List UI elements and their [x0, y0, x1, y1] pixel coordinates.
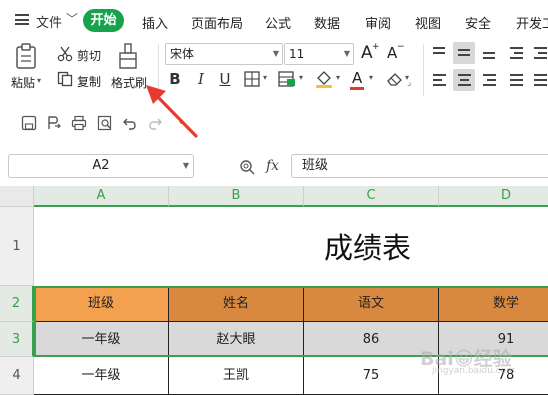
align-top-button[interactable] [428, 42, 450, 64]
font-color-swatch [350, 87, 364, 90]
paste-button[interactable]: 粘贴 [11, 74, 35, 91]
output-pdf-icon[interactable] [46, 115, 62, 131]
tab-data[interactable]: 数据 [314, 13, 340, 32]
row-header-1[interactable]: 1 [0, 207, 34, 286]
decrease-font-icon: − [397, 42, 405, 52]
align-left-button[interactable] [428, 69, 450, 91]
table-cell[interactable]: 一年级 [34, 322, 169, 357]
watermark-url: jingyan.baidu.com [432, 366, 516, 376]
undo-icon[interactable] [122, 115, 138, 131]
table-cell[interactable]: 王凯 [169, 357, 304, 395]
distributed-align-button[interactable] [529, 69, 548, 91]
row-header-4[interactable]: 4 [0, 357, 34, 395]
cell-style-icon[interactable] [278, 71, 296, 87]
increase-indent-button[interactable] [529, 42, 548, 64]
increase-font-icon: + [372, 42, 380, 52]
align-center-button[interactable] [453, 69, 475, 91]
column-header-c[interactable]: C [304, 186, 439, 207]
name-box-value: A2 [92, 158, 110, 173]
tab-view[interactable]: 视图 [415, 13, 441, 32]
copy-icon [57, 71, 73, 87]
find-zoom-icon[interactable] [239, 159, 257, 175]
quick-access-toolbar: ⌄ [0, 106, 548, 140]
formula-bar: A2 ▼ fx 班级 [0, 150, 548, 182]
column-header-a[interactable]: A [34, 186, 169, 207]
insert-function-button[interactable]: fx [266, 158, 279, 174]
title-cell[interactable]: 成绩表 [34, 207, 548, 286]
chevron-down-icon[interactable]: ▼ [183, 155, 189, 177]
table-cell[interactable]: 一年级 [34, 357, 169, 395]
header-cell-class[interactable]: 班级 [34, 286, 169, 322]
chevron-down-icon[interactable]: ▾ [299, 73, 303, 82]
increase-font-size-button[interactable]: A [361, 43, 373, 63]
font-size-value: 11 [289, 47, 305, 61]
format-painter-icon[interactable] [117, 43, 139, 69]
align-middle-button[interactable] [453, 42, 475, 64]
table-cell[interactable]: 86 [304, 322, 439, 357]
font-name-select[interactable]: 宋体 ▼ [165, 43, 283, 65]
formula-input[interactable]: 班级 [291, 154, 548, 178]
tab-start[interactable]: 开始 [83, 9, 124, 32]
chevron-down-icon[interactable]: ▾ [263, 73, 267, 82]
cut-button[interactable]: 剪切 [77, 47, 101, 64]
annotation-arrow-icon [146, 85, 198, 138]
tab-review[interactable]: 审阅 [365, 13, 391, 32]
header-cell-name[interactable]: 姓名 [169, 286, 304, 322]
print-preview-icon[interactable] [97, 115, 113, 131]
underline-button[interactable]: U [214, 68, 236, 90]
borders-icon[interactable] [244, 71, 260, 87]
chevron-down-icon[interactable]: ▾ [369, 73, 373, 82]
scissors-icon [57, 46, 73, 62]
justify-button[interactable] [505, 69, 527, 91]
copy-button[interactable]: 复制 [77, 73, 101, 90]
save-icon[interactable] [21, 115, 37, 131]
row-header-3[interactable]: 3 [0, 322, 34, 357]
chevron-down-icon: ▼ [272, 49, 279, 58]
header-cell-math[interactable]: 数学 [439, 286, 548, 322]
font-name-value: 宋体 [170, 47, 195, 61]
align-right-button[interactable] [478, 69, 500, 91]
paste-icon[interactable] [15, 43, 37, 69]
chevron-down-icon[interactable]: ﹀ [66, 10, 78, 27]
column-header-b[interactable]: B [169, 186, 304, 207]
select-all-corner[interactable] [0, 186, 34, 207]
font-size-select[interactable]: 11 ▼ [284, 43, 354, 65]
decrease-font-size-button[interactable]: A [387, 44, 397, 62]
file-menu[interactable]: 文件 [36, 12, 62, 31]
paste-dropdown-icon[interactable]: ▾ [37, 76, 41, 85]
column-header-d[interactable]: D [439, 186, 548, 207]
header-cell-chinese[interactable]: 语文 [304, 286, 439, 322]
sheet-title: 成绩表 [324, 231, 412, 265]
chevron-down-icon[interactable]: ▾ [336, 73, 340, 82]
eraser-icon[interactable] [386, 71, 403, 87]
ribbon: 粘贴 ▾ 剪切 复制 格式刷 宋体 ▼ 11 ▼ A + A − B I U ▾… [0, 40, 548, 102]
formula-value: 班级 [302, 158, 329, 173]
tab-developer[interactable]: 开发工 [516, 13, 548, 32]
print-icon[interactable] [71, 115, 87, 131]
menu-bar: 文件 ﹀ 开始 插入 页面布局 公式 数据 审阅 视图 安全 开发工 [0, 0, 548, 40]
decrease-indent-button[interactable] [505, 42, 527, 64]
spreadsheet-grid: A B C D 1 2 3 4 成绩表 班级 姓名 语文 数学 一年级 赵大眼 … [0, 186, 548, 395]
name-box[interactable]: A2 ▼ [8, 154, 194, 178]
fill-color-icon[interactable] [315, 70, 333, 89]
tab-formulas[interactable]: 公式 [265, 13, 291, 32]
tab-insert[interactable]: 插入 [142, 13, 168, 32]
align-bottom-button[interactable] [478, 42, 500, 64]
table-cell[interactable]: 75 [304, 357, 439, 395]
tab-page-layout[interactable]: 页面布局 [191, 13, 243, 32]
font-color-icon[interactable]: A [352, 69, 362, 87]
font-dialog-launcher-icon[interactable]: ⌟ [407, 78, 411, 88]
chevron-down-icon: ▼ [343, 49, 350, 58]
hamburger-menu-icon[interactable] [15, 14, 29, 25]
ribbon-divider [423, 44, 424, 96]
table-cell[interactable]: 赵大眼 [169, 322, 304, 357]
tab-security[interactable]: 安全 [465, 13, 491, 32]
row-header-2[interactable]: 2 [0, 286, 34, 322]
